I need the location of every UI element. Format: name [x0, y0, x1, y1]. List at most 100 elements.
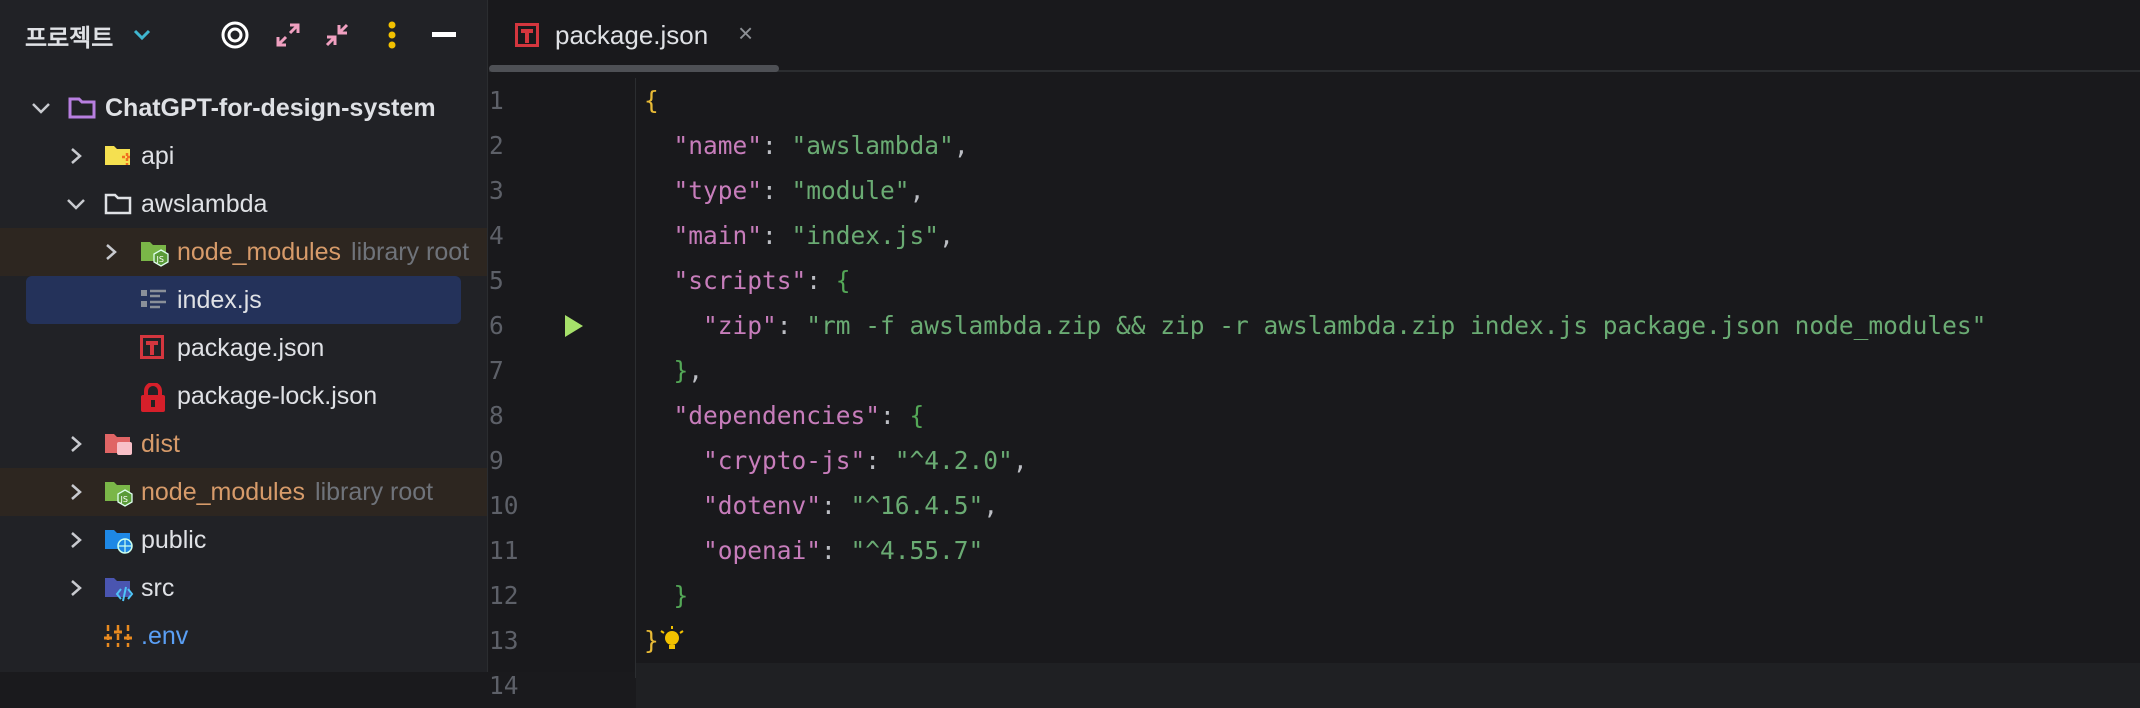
chevron-right-icon[interactable]	[66, 578, 86, 598]
project-view-title[interactable]: 프로젝트	[25, 18, 113, 53]
code-token: {	[909, 401, 925, 430]
code-token: :	[762, 221, 792, 250]
node-folder-icon: JS	[104, 479, 133, 507]
code-line[interactable]: "type": "module",	[644, 168, 925, 213]
line-number: 6	[489, 311, 504, 340]
code-line[interactable]: {	[644, 78, 659, 123]
code-token: "openai"	[703, 536, 822, 565]
code-token: }	[673, 581, 689, 610]
chevron-right-icon[interactable]	[66, 530, 86, 550]
tree-item[interactable]: awslambda	[0, 180, 487, 228]
more-options-icon[interactable]	[375, 18, 409, 52]
tree-item[interactable]: src	[0, 564, 487, 612]
code-token: "scripts"	[673, 266, 807, 295]
code-line[interactable]: },	[644, 348, 704, 393]
tree-item[interactable]: index.js	[26, 276, 461, 324]
code-token: "dependencies"	[673, 401, 881, 430]
folder-icon	[104, 191, 132, 217]
tree-item-label: index.js	[177, 285, 262, 314]
code-token: "module"	[791, 176, 910, 205]
code-token: :	[806, 266, 836, 295]
tree-item-label: src	[141, 573, 175, 602]
lightbulb-icon[interactable]	[659, 625, 685, 656]
chevron-down-icon[interactable]	[125, 18, 159, 52]
chevron-right-icon[interactable]	[66, 146, 86, 166]
chevron-right-icon[interactable]	[66, 482, 86, 502]
npm-icon	[140, 335, 168, 361]
code-token: "main"	[673, 221, 763, 250]
line-number: 11	[489, 536, 519, 565]
expand-all-icon[interactable]	[271, 18, 305, 52]
project-folder-icon	[68, 95, 96, 121]
run-script-icon[interactable]	[564, 314, 584, 343]
library-root-hint: library root	[315, 477, 434, 506]
tree-item[interactable]: .env	[0, 612, 487, 660]
code-token: "rm -f awslambda.zip && zip -r awslambda…	[806, 311, 1987, 340]
tree-item[interactable]: package-lock.json	[0, 372, 487, 420]
code-token: "name"	[673, 131, 763, 160]
tab-scrollbar[interactable]	[489, 65, 779, 72]
collapse-all-icon[interactable]	[320, 18, 354, 52]
line-number: 12	[489, 581, 519, 610]
code-token: "index.js"	[791, 221, 940, 250]
code-line[interactable]: "dependencies": {	[644, 393, 925, 438]
tab-package-json[interactable]: package.json ×	[489, 0, 779, 72]
tree-item[interactable]: JS node_modules library root	[0, 468, 487, 516]
code-token: :	[880, 401, 910, 430]
line-number: 1	[489, 86, 504, 115]
line-number: 7	[489, 356, 504, 385]
sidebar-header: 프로젝트	[0, 0, 487, 70]
hide-icon[interactable]	[427, 18, 461, 52]
tree-item-label: node_modules	[141, 477, 306, 506]
tree-item[interactable]: api	[0, 132, 487, 180]
code-line[interactable]: "dotenv": "^16.4.5",	[644, 483, 998, 528]
project-sidebar: 프로젝트 ChatGPT-for-design-system api awslamb…	[0, 0, 488, 672]
code-token: :	[821, 491, 851, 520]
node-folder-icon: JS	[140, 239, 169, 267]
chevron-right-icon[interactable]	[101, 242, 121, 262]
code-line[interactable]: "name": "awslambda",	[644, 123, 969, 168]
public-folder-icon	[104, 527, 133, 554]
close-tab-icon[interactable]: ×	[738, 18, 753, 49]
tree-item[interactable]: public	[0, 516, 487, 564]
line-number: 3	[489, 176, 504, 205]
locate-icon[interactable]	[218, 18, 252, 52]
tree-item-label: .env	[141, 621, 189, 650]
line-number: 2	[489, 131, 504, 160]
chevron-right-icon[interactable]	[66, 434, 86, 454]
code-line[interactable]: "openai": "^4.55.7"	[644, 528, 983, 573]
chevron-down-icon[interactable]	[31, 98, 51, 118]
code-line[interactable]: }	[644, 618, 685, 663]
tree-item-label: public	[141, 525, 207, 554]
code-area[interactable]: { "name": "awslambda", "type": "module",…	[635, 78, 2140, 708]
line-number: 13	[489, 626, 519, 655]
dist-folder-icon	[104, 431, 132, 457]
tree-item[interactable]: package.json	[0, 324, 487, 372]
tree-item[interactable]: ChatGPT-for-design-system	[0, 84, 487, 132]
code-line[interactable]: "crypto-js": "^4.2.0",	[644, 438, 1028, 483]
api-folder-icon	[104, 143, 132, 169]
tree-item-label: node_modules	[177, 237, 342, 266]
code-token: :	[821, 536, 851, 565]
code-line[interactable]	[636, 663, 2140, 708]
lock-icon	[140, 382, 168, 412]
code-token: ,	[688, 356, 704, 385]
js-file-icon	[140, 287, 168, 313]
code-token: ,	[909, 176, 925, 205]
tree-item[interactable]: JS node_modules library root	[0, 228, 487, 276]
code-line[interactable]: "main": "index.js",	[644, 213, 954, 258]
tree-item[interactable]: dist	[0, 420, 487, 468]
code-token: ,	[939, 221, 954, 250]
line-number: 9	[489, 446, 504, 475]
code-line[interactable]: "scripts": {	[644, 258, 851, 303]
npm-icon	[515, 23, 539, 52]
chevron-down-icon[interactable]	[66, 194, 86, 214]
code-line[interactable]: }	[644, 573, 689, 618]
code-line[interactable]: "zip": "rm -f awslambda.zip && zip -r aw…	[644, 303, 1986, 348]
